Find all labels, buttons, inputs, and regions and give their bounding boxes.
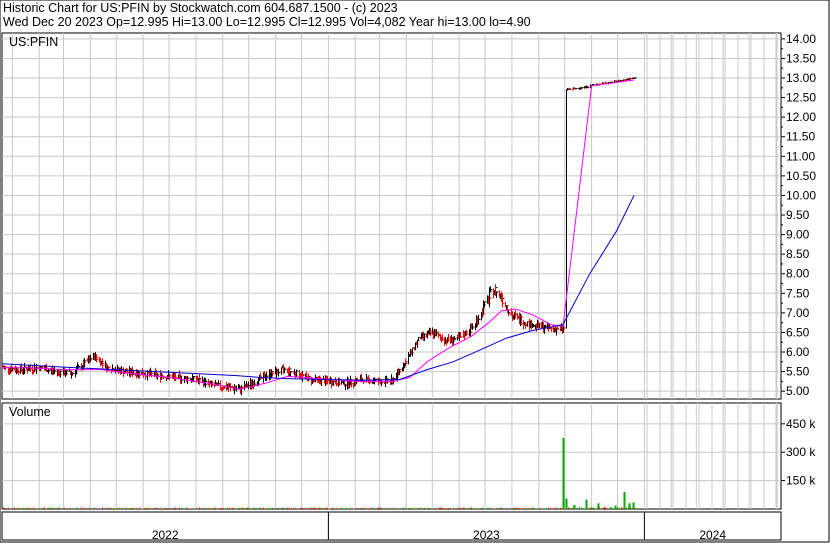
- price-tick-label: 11.50: [786, 130, 815, 144]
- price-tick-label: 12.50: [786, 91, 816, 105]
- price-tick-label: 7.50: [786, 286, 810, 300]
- volume-tick-label: 150 k: [786, 474, 816, 488]
- time-axis-frame: [1, 511, 782, 541]
- price-tick-label: 8.00: [786, 267, 810, 281]
- price-tick-label: 12.00: [786, 110, 816, 124]
- volume-panel-frame: [1, 402, 782, 510]
- price-panel-frame: [1, 32, 782, 400]
- price-tick-label: 13.50: [786, 51, 816, 65]
- price-tick-label: 9.00: [786, 228, 810, 242]
- symbol-label: US:PFIN: [9, 35, 59, 49]
- volume-panel-label: Volume: [9, 405, 51, 419]
- price-tick-label: 8.50: [786, 247, 810, 261]
- year-label: 2023: [473, 528, 500, 542]
- year-label: 2022: [152, 528, 179, 542]
- stockwatch-chart: Historic Chart for US:PFIN by Stockwatch…: [0, 0, 830, 543]
- price-tick-label: 14.00: [786, 32, 816, 46]
- price-tick-label: 6.00: [786, 345, 810, 359]
- year-label: 2024: [699, 528, 726, 542]
- volume-tick-label: 450 k: [786, 417, 816, 431]
- price-tick-label: 5.50: [786, 365, 810, 379]
- price-tick-label: 7.00: [786, 306, 810, 320]
- price-tick-label: 10.00: [786, 188, 816, 202]
- volume-tick-label: 300 k: [786, 445, 816, 459]
- price-tick-label: 10.50: [786, 169, 816, 183]
- price-tick-label: 9.50: [786, 208, 810, 222]
- price-tick-label: 5.00: [786, 384, 810, 398]
- price-tick-label: 6.50: [786, 325, 810, 339]
- price-tick-label: 13.00: [786, 71, 816, 85]
- price-tick-label: 11.00: [786, 149, 815, 163]
- chart-canvas: 14.00 13.50 13.00 12.50 12.00 11.50 11.00 10.50…: [0, 0, 830, 543]
